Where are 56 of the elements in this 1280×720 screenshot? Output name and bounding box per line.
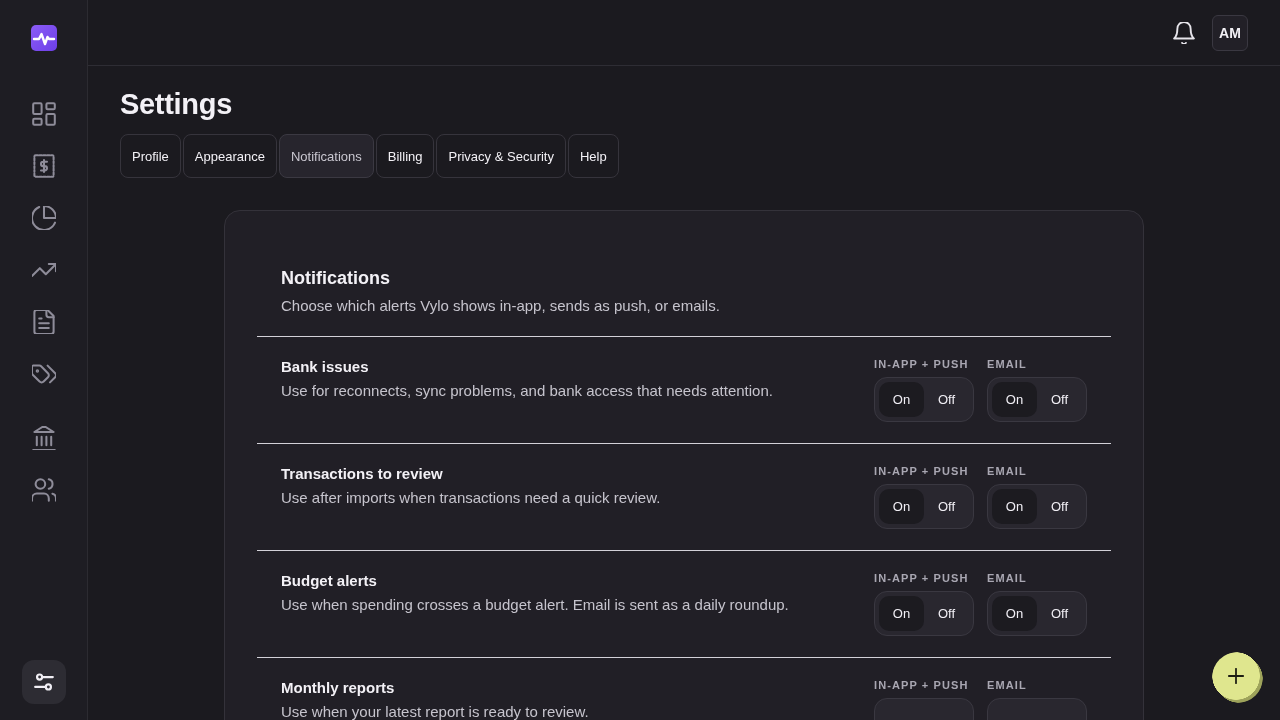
alert-description: Use when your latest report is ready to review.	[281, 702, 589, 720]
plus-icon	[1228, 668, 1244, 684]
section-description: Choose which alerts Vylo shows in-app, sends as push, or emails.	[281, 296, 720, 316]
document-icon[interactable]	[31, 310, 56, 334]
users-icon[interactable]	[31, 478, 56, 502]
section-title: Notifications	[281, 267, 390, 289]
settings-tab[interactable]: Privacy & Security	[436, 134, 566, 178]
channel-label: IN-APP + PUSH	[874, 571, 969, 585]
tags-icon[interactable]	[31, 362, 56, 386]
settings-tab[interactable]: Notifications	[279, 134, 374, 178]
alert-description: Use after imports when transactions need a quick review.	[281, 488, 661, 508]
settings-tab[interactable]: Help	[567, 134, 619, 178]
alert-title: Transactions to review	[281, 464, 444, 484]
channel-label: IN-APP + PUSH	[874, 464, 969, 478]
toggle-option[interactable]: Off	[1037, 489, 1082, 524]
toggle-option[interactable]: On	[879, 382, 924, 417]
alert-description: Use for reconnects, sync problems, and bank access that needs attention.	[281, 381, 773, 401]
channel-label: EMAIL	[987, 678, 1027, 692]
sliders-icon	[32, 671, 55, 693]
toggle-option[interactable]: On	[992, 489, 1037, 524]
segmented-control[interactable]: On Off	[987, 591, 1087, 636]
toggle-option[interactable]: On	[879, 489, 924, 524]
settings-tab[interactable]: Profile	[120, 134, 181, 178]
segmented-control[interactable]: On Off	[987, 484, 1087, 529]
bank-icon[interactable]	[31, 426, 56, 450]
alert-description: Use when spending crosses a budget alert. Email is sent as a daily roundup.	[281, 595, 789, 615]
settings-tab[interactable]: Appearance	[182, 134, 277, 178]
toggle-option[interactable]: Off	[924, 382, 969, 417]
toggle-option[interactable]: Off	[1037, 596, 1082, 631]
dashboard-icon[interactable]	[31, 102, 56, 126]
alert-title: Bank issues	[281, 357, 370, 377]
channel-label: EMAIL	[987, 571, 1027, 585]
alert-title: Budget alerts	[281, 571, 378, 591]
toggle-option[interactable]: On	[992, 596, 1037, 631]
pulse-logo-icon	[30, 25, 57, 51]
bell-icon[interactable]	[1173, 21, 1195, 44]
toggle-option[interactable]: Off	[924, 596, 969, 631]
toggle-option[interactable]: Off	[924, 489, 969, 524]
segmented-control[interactable]: On Off	[874, 591, 974, 636]
toggle-option[interactable]: On	[879, 596, 924, 631]
channel-label: IN-APP + PUSH	[874, 678, 969, 692]
dollar-receipt-icon[interactable]	[31, 154, 56, 178]
pie-chart-icon[interactable]	[31, 206, 56, 230]
filters-button[interactable]	[21, 660, 66, 704]
segmented-control[interactable]: On Off	[987, 377, 1087, 422]
toggle-option[interactable]: On	[992, 382, 1037, 417]
channel-label: EMAIL	[987, 464, 1027, 478]
channel-label: EMAIL	[987, 357, 1027, 371]
toggle-option[interactable]: Off	[1037, 382, 1082, 417]
segmented-control[interactable]: On Off	[874, 484, 974, 529]
settings-tab[interactable]: Billing	[375, 134, 435, 178]
user-avatar[interactable]: AM	[1212, 14, 1248, 51]
channel-label: IN-APP + PUSH	[874, 357, 969, 371]
segmented-control[interactable]: On Off	[874, 377, 974, 422]
page-title: Settings	[120, 87, 232, 121]
alert-title: Monthly reports	[281, 678, 396, 698]
